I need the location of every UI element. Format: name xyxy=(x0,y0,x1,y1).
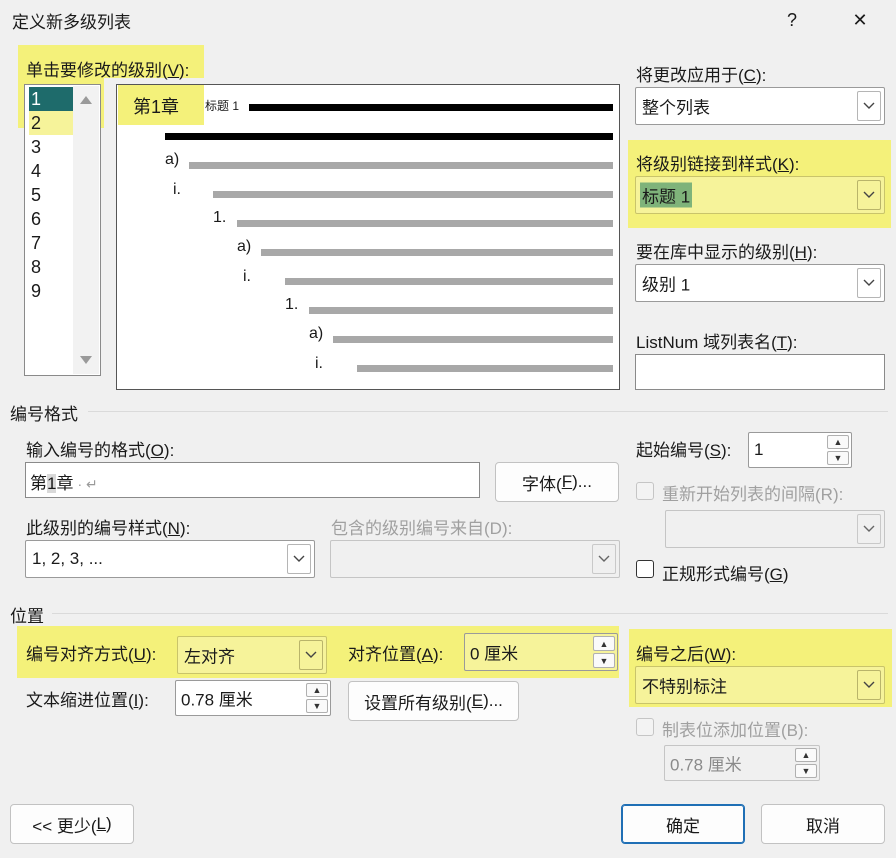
include-level-label: 包含的级别编号来自(D): xyxy=(331,519,513,538)
level-item-9[interactable]: 9 xyxy=(29,279,73,303)
apply-to-label: 将更改应用于(C): xyxy=(636,66,767,85)
level-item-2[interactable]: 2 xyxy=(29,111,73,135)
chevron-down-icon[interactable] xyxy=(857,180,881,210)
text-indent-label: 文本缩进位置(I): xyxy=(26,691,149,710)
spin-down-icon[interactable]: ▼ xyxy=(795,764,817,778)
text-indent-spinner[interactable]: 0.78 厘米 ▲ ▼ xyxy=(175,680,331,716)
chevron-down-icon[interactable] xyxy=(299,640,323,670)
tab-stop-spinner[interactable]: 0.78 厘米 ▲ ▼ xyxy=(664,745,820,781)
preview-sub-label: 1. xyxy=(213,209,227,226)
preview-sub-label: i. xyxy=(243,268,251,285)
restart-list-select[interactable] xyxy=(665,510,885,548)
preview-level1-number: 第1章 xyxy=(133,97,180,117)
less-button[interactable]: << 更少(L) xyxy=(10,804,134,844)
preview-pane: 第1章 标题 1 a) i. 1. a) i. 1. a) i. xyxy=(116,84,620,390)
enter-format-label: 输入编号的格式(O): xyxy=(26,441,175,460)
gallery-level-label: 要在库中显示的级别(H): xyxy=(636,243,818,262)
level-item-4[interactable]: 4 xyxy=(29,159,73,183)
ok-button[interactable]: 确定 xyxy=(621,804,745,844)
chevron-down-icon[interactable] xyxy=(287,544,311,574)
alignment-label: 编号对齐方式(U): xyxy=(26,645,157,664)
legal-style-checkbox[interactable] xyxy=(636,560,654,578)
levels-listbox[interactable]: 1 2 3 4 5 6 7 8 9 xyxy=(24,84,101,376)
chevron-down-icon[interactable] xyxy=(857,670,881,700)
restart-list-label: 重新开始列表的间隔(R): xyxy=(662,485,844,504)
preview-sub-label: 1. xyxy=(285,296,299,313)
number-format-section-title: 编号格式 xyxy=(10,405,78,424)
number-format-input[interactable]: 第1章 · ↵ xyxy=(25,462,480,498)
scroll-up-icon[interactable] xyxy=(80,96,92,104)
link-style-select[interactable]: 标题 1 xyxy=(635,176,885,214)
cancel-button[interactable]: 取消 xyxy=(761,804,885,844)
spin-down-icon[interactable]: ▼ xyxy=(827,451,849,465)
preview-bar-1b xyxy=(165,133,613,140)
level-item-7[interactable]: 7 xyxy=(29,231,73,255)
preview-bar-2 xyxy=(189,162,613,169)
preview-bar-6 xyxy=(285,278,613,285)
aligned-at-label: 对齐位置(A): xyxy=(348,645,444,664)
alignment-select[interactable]: 左对齐 xyxy=(177,636,327,674)
aligned-at-spinner[interactable]: 0 厘米 ▲ ▼ xyxy=(464,633,618,671)
level-item-3[interactable]: 3 xyxy=(29,135,73,159)
tab-stop-checkbox[interactable] xyxy=(636,718,654,736)
legal-style-label: 正规形式编号(G) xyxy=(662,565,789,584)
chevron-down-icon[interactable] xyxy=(857,268,881,298)
spin-up-icon[interactable]: ▲ xyxy=(593,636,615,651)
apply-to-select[interactable]: 整个列表 xyxy=(635,87,885,125)
listnum-input[interactable] xyxy=(635,354,885,390)
preview-bar-4 xyxy=(237,220,613,227)
preview-sub-label: i. xyxy=(315,355,323,372)
preview-bar-3 xyxy=(213,191,613,198)
level-item-8[interactable]: 8 xyxy=(29,255,73,279)
set-all-levels-button[interactable]: 设置所有级别(E)... xyxy=(348,681,519,721)
font-button[interactable]: 字体(F)... xyxy=(495,462,619,502)
preview-bar-5 xyxy=(261,249,613,256)
preview-sub-label: a) xyxy=(165,151,180,168)
chevron-down-icon[interactable] xyxy=(857,514,881,544)
preview-bar-9 xyxy=(357,365,613,372)
position-section-title: 位置 xyxy=(10,607,44,626)
number-style-select[interactable]: 1, 2, 3, ... xyxy=(25,540,315,578)
close-button[interactable]: ✕ xyxy=(840,4,880,36)
listnum-label: ListNum 域列表名(T): xyxy=(636,333,798,352)
number-style-label: 此级别的编号样式(N): xyxy=(26,519,191,538)
help-button[interactable]: ? xyxy=(772,4,812,36)
spin-up-icon[interactable]: ▲ xyxy=(306,683,328,697)
tab-stop-label: 制表位添加位置(B): xyxy=(662,721,809,740)
spin-up-icon[interactable]: ▲ xyxy=(795,748,817,762)
preview-sub-label: a) xyxy=(309,325,324,342)
preview-bar-1 xyxy=(249,104,613,111)
preview-level1-style: 标题 1 xyxy=(205,99,240,113)
scroll-down-icon[interactable] xyxy=(80,356,92,364)
number-format-divider xyxy=(88,411,888,412)
include-level-select[interactable] xyxy=(330,540,620,578)
levels-label: 单击要修改的级别(V): xyxy=(26,61,190,80)
link-style-label: 将级别链接到样式(K): xyxy=(636,155,800,174)
preview-bar-8 xyxy=(333,336,613,343)
start-at-spinner[interactable]: 1 ▲ ▼ xyxy=(748,432,852,468)
spin-down-icon[interactable]: ▼ xyxy=(593,653,615,668)
levels-scrollbar[interactable] xyxy=(73,86,99,374)
close-icon: ✕ xyxy=(852,9,868,30)
follow-number-select[interactable]: 不特别标注 xyxy=(635,666,885,704)
follow-number-label: 编号之后(W): xyxy=(636,645,737,664)
spin-down-icon[interactable]: ▼ xyxy=(306,699,328,713)
level-item-5[interactable]: 5 xyxy=(29,183,73,207)
chevron-down-icon[interactable] xyxy=(592,544,616,574)
preview-sub-label: a) xyxy=(237,238,252,255)
level-item-1[interactable]: 1 xyxy=(29,87,73,111)
position-divider xyxy=(52,613,888,614)
level-item-6[interactable]: 6 xyxy=(29,207,73,231)
chevron-down-icon[interactable] xyxy=(857,91,881,121)
preview-sub-label: i. xyxy=(173,181,181,198)
dialog-title: 定义新多级列表 xyxy=(12,13,131,32)
preview-bar-7 xyxy=(309,307,613,314)
spin-up-icon[interactable]: ▲ xyxy=(827,435,849,449)
restart-list-checkbox[interactable] xyxy=(636,482,654,500)
start-at-label: 起始编号(S): xyxy=(636,441,732,460)
gallery-level-select[interactable]: 级别 1 xyxy=(635,264,885,302)
